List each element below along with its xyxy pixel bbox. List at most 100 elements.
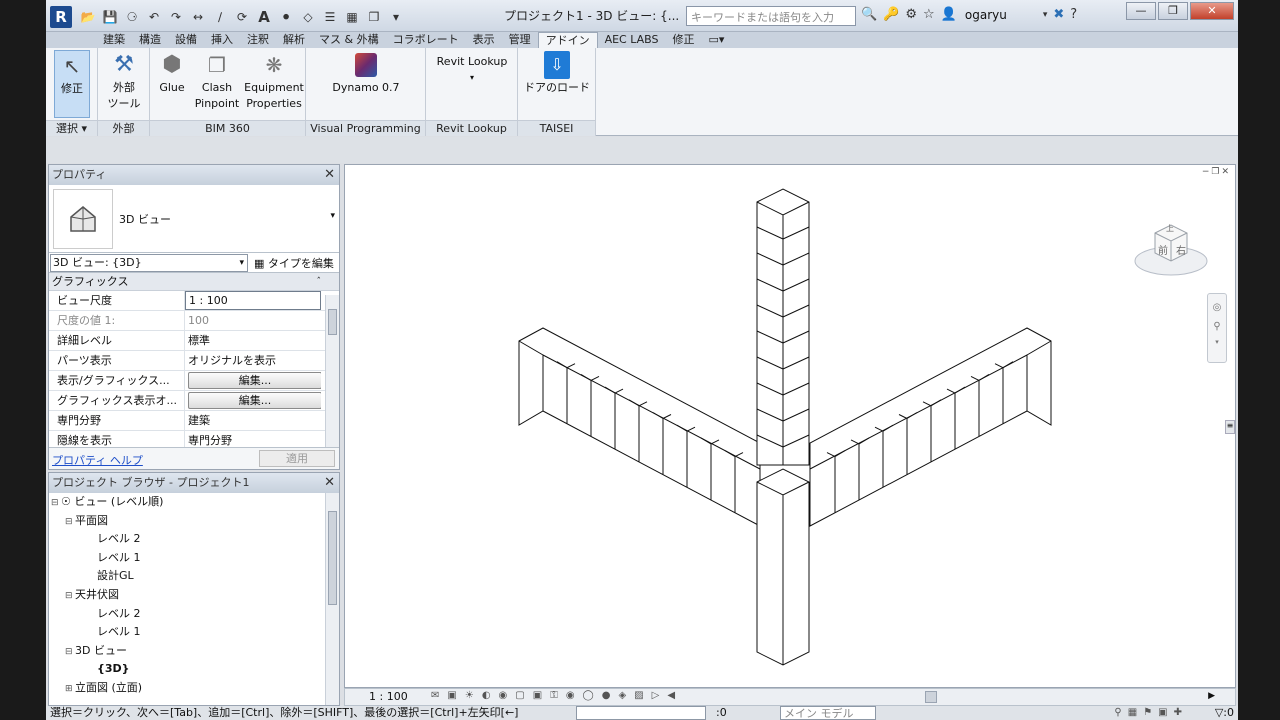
- switch-windows-icon[interactable]: ❐: [364, 7, 384, 27]
- thin-lines-icon[interactable]: ☰: [320, 7, 340, 27]
- tab-0[interactable]: 建築: [96, 32, 132, 48]
- edit-button[interactable]: 編集...: [188, 392, 321, 409]
- browser-node[interactable]: ⊟ 平面図: [49, 512, 339, 531]
- property-value[interactable]: 編集...: [185, 371, 321, 390]
- property-value[interactable]: 標準: [185, 331, 321, 350]
- close-hidden-icon[interactable]: ▦: [342, 7, 362, 27]
- tab-9[interactable]: 管理: [502, 32, 538, 48]
- shadows-icon[interactable]: ◐: [482, 690, 491, 701]
- type-selector[interactable]: 3D ビュー ▾: [49, 185, 339, 253]
- category-graphics[interactable]: グラフィックス ˆ: [49, 273, 339, 291]
- dynamo-button[interactable]: Dynamo 0.7: [326, 50, 406, 96]
- view-scroll-handle[interactable]: ≡: [1225, 420, 1235, 434]
- close-icon[interactable]: ✕: [324, 473, 335, 493]
- tab-5[interactable]: 解析: [276, 32, 312, 48]
- browser-node[interactable]: レベル 2: [49, 530, 339, 549]
- show-crop-icon[interactable]: ▣: [533, 690, 542, 701]
- zoom-icon[interactable]: ⚲: [1208, 321, 1226, 332]
- minimize-icon[interactable]: −: [1202, 167, 1212, 177]
- browser-node[interactable]: ⊟ ☉ ビュー (レベル順): [49, 493, 339, 512]
- render-icon[interactable]: ◉: [499, 690, 508, 701]
- section-icon[interactable]: ◇: [298, 7, 318, 27]
- lock-view-icon[interactable]: ⚿: [550, 690, 558, 701]
- expand-icon[interactable]: ⊞: [65, 680, 75, 699]
- user-name[interactable]: ogaryu: [965, 8, 1007, 22]
- analytical-model-icon[interactable]: ◈: [618, 690, 626, 701]
- expand-icon[interactable]: ⊟: [65, 513, 75, 532]
- undo-icon[interactable]: ↶: [144, 7, 164, 27]
- instance-filter-dropdown[interactable]: 3D ビュー: {3D} ▾: [50, 253, 248, 272]
- minimize-button[interactable]: —: [1126, 2, 1156, 20]
- close-icon[interactable]: ✕: [324, 165, 335, 185]
- horizontal-scrollbar[interactable]: ▶: [715, 691, 1215, 703]
- tab-10[interactable]: アドイン: [537, 32, 598, 48]
- revit-lookup-button[interactable]: Revit Lookup ▾: [430, 54, 514, 86]
- drag-elements-icon[interactable]: ✚: [1174, 706, 1182, 720]
- save-icon[interactable]: 💾: [100, 7, 120, 27]
- edit-type-button[interactable]: ▦ タイプを編集: [254, 255, 334, 271]
- workset-dropdown[interactable]: [576, 706, 706, 720]
- customize-qat-icon[interactable]: ▾: [386, 7, 406, 27]
- user-icon[interactable]: 👤: [941, 7, 957, 22]
- properties-help-link[interactable]: プロパティ ヘルプ: [52, 452, 143, 468]
- visual-style-icon[interactable]: ▣: [447, 690, 456, 701]
- browser-node[interactable]: {3D}: [49, 660, 339, 679]
- load-door-button[interactable]: ⇩ ドアのロード: [520, 50, 594, 96]
- scroll-left-icon[interactable]: ◀: [667, 690, 675, 701]
- external-tools-button[interactable]: ⚒ 外部 ツール: [102, 50, 146, 112]
- tab-6[interactable]: マス & 外構: [312, 32, 386, 48]
- scroll-thumb[interactable]: [925, 691, 937, 703]
- chevron-down-icon[interactable]: ▾: [1208, 338, 1226, 346]
- property-value[interactable]: 建築: [185, 411, 321, 430]
- subscription-icon[interactable]: 🔑: [883, 7, 899, 22]
- close-button[interactable]: ✕: [1190, 2, 1234, 20]
- browser-node[interactable]: ⊟ 3D ビュー: [49, 642, 339, 661]
- tab-4[interactable]: 注釈: [240, 32, 276, 48]
- chevron-down-icon[interactable]: ▾: [1043, 10, 1048, 20]
- scroll-thumb[interactable]: [328, 309, 337, 335]
- design-options-dropdown[interactable]: メイン モデル: [780, 706, 876, 720]
- constraints-icon[interactable]: ▨: [634, 690, 643, 701]
- viewcube-top-face[interactable]: 上: [1166, 223, 1174, 234]
- apply-button[interactable]: 適用: [259, 450, 335, 467]
- browser-node[interactable]: レベル 2: [49, 605, 339, 624]
- viewcube-right-face[interactable]: 右: [1176, 242, 1186, 257]
- worksharing-icon[interactable]: ▷: [652, 690, 660, 701]
- browser-node[interactable]: 設計GL: [49, 567, 339, 586]
- detail-level-icon[interactable]: ✉: [431, 690, 439, 701]
- browser-node[interactable]: レベル 1: [49, 549, 339, 568]
- tab-2[interactable]: 設備: [168, 32, 204, 48]
- property-value[interactable]: オリジナルを表示: [185, 351, 321, 370]
- tab-7[interactable]: コラボレート: [386, 32, 466, 48]
- browser-node[interactable]: ⊟ 天井伏図: [49, 586, 339, 605]
- select-pinned-icon[interactable]: ⚑: [1143, 706, 1152, 720]
- browser-node[interactable]: レベル 1: [49, 623, 339, 642]
- crop-view-icon[interactable]: ▢: [515, 690, 524, 701]
- view-cube[interactable]: 上 前 右: [1131, 209, 1211, 281]
- application-menu-button[interactable]: R: [50, 6, 72, 28]
- redo-icon[interactable]: ↷: [166, 7, 186, 27]
- text-icon[interactable]: A: [254, 7, 274, 27]
- tag-icon[interactable]: ⟳: [232, 7, 252, 27]
- tab-12[interactable]: 修正: [665, 32, 701, 48]
- temporary-view-icon[interactable]: ●: [602, 690, 611, 701]
- viewcube-front-face[interactable]: 前: [1158, 242, 1168, 257]
- glue-button[interactable]: ⬢ Glue: [152, 50, 192, 96]
- select-underlay-icon[interactable]: ▦: [1128, 706, 1137, 720]
- open-icon[interactable]: 📂: [78, 7, 98, 27]
- expand-icon[interactable]: ⊟: [65, 587, 75, 606]
- search-input[interactable]: キーワードまたは語句を入力: [686, 6, 856, 26]
- close-icon[interactable]: ✕: [1221, 167, 1231, 177]
- edit-button[interactable]: 編集...: [188, 372, 321, 389]
- filter-icon[interactable]: ▽: [1215, 706, 1223, 719]
- sun-path-icon[interactable]: ☀: [465, 690, 474, 701]
- tab-3[interactable]: 挿入: [204, 32, 240, 48]
- property-value[interactable]: 1 : 100: [185, 291, 321, 310]
- browser-node[interactable]: ⊞ 立面図 (立面): [49, 679, 339, 698]
- temporary-hide-icon[interactable]: ◉: [566, 690, 575, 701]
- ribbon-toggle-button[interactable]: ▭▾: [701, 32, 731, 48]
- select-links-icon[interactable]: ⚲: [1114, 706, 1121, 720]
- browser-scrollbar[interactable]: [325, 493, 339, 705]
- 3d-view-canvas[interactable]: −❐✕ 上 前 右 ◎ ⚲ ▾ ≡: [344, 164, 1236, 688]
- steering-wheel-icon[interactable]: ◎: [1208, 302, 1226, 313]
